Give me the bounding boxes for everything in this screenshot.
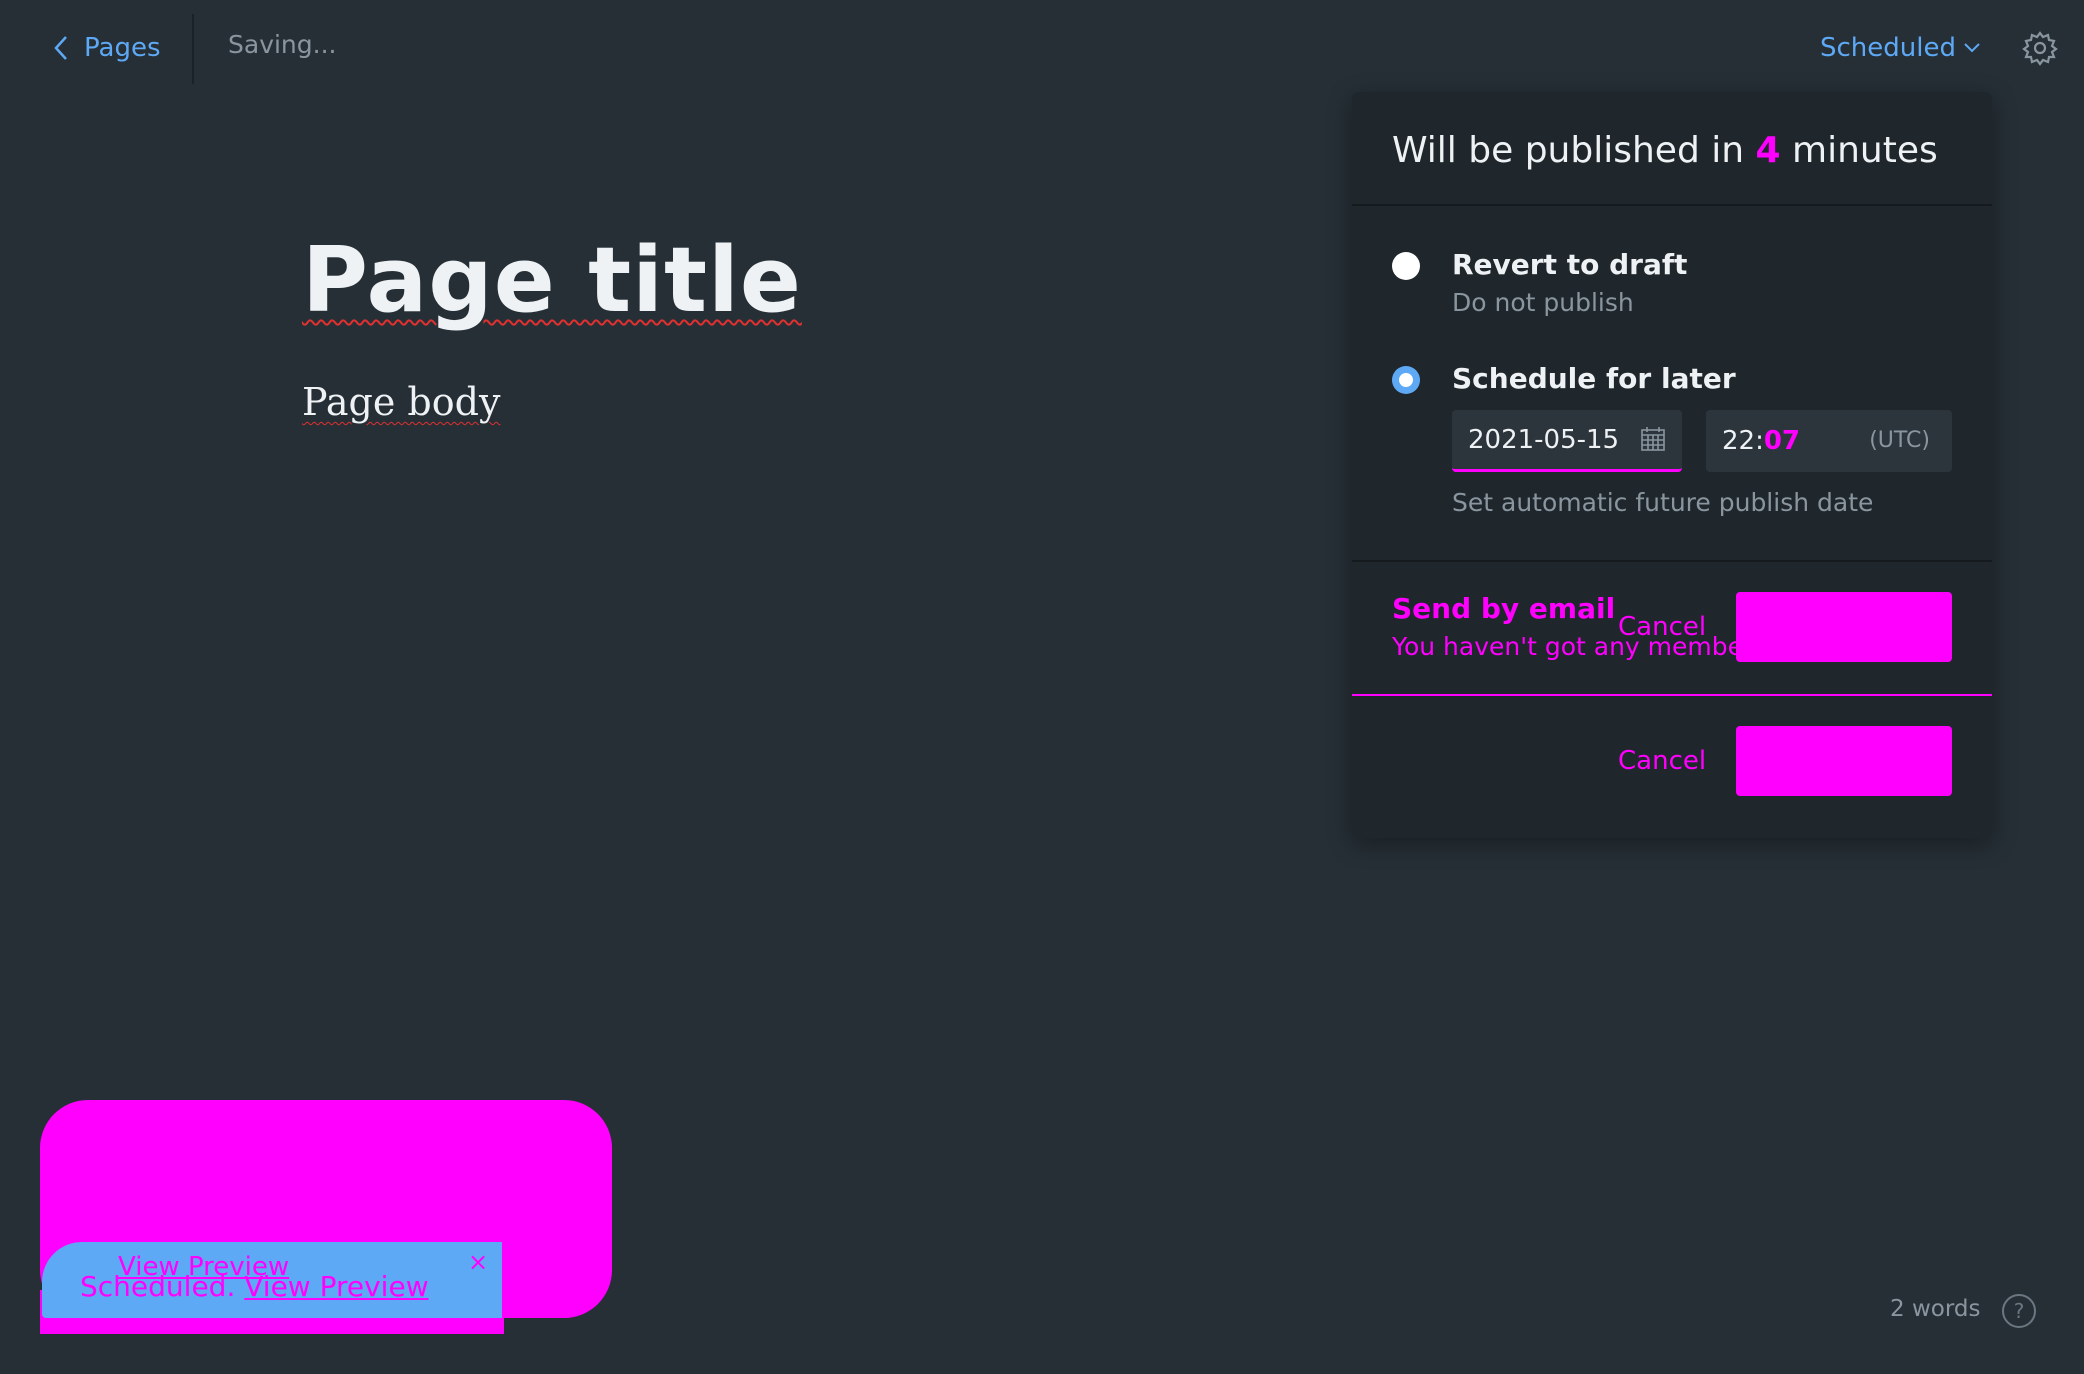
top-bar: Pages Saving... Scheduled [0,0,2084,96]
confirm-button[interactable] [1736,592,1952,662]
back-link-label: Pages [84,33,161,63]
schedule-button[interactable] [1736,726,1952,796]
send-by-email-title: Send by email [1392,592,1616,625]
send-by-email-sub: You haven't got any members [1392,632,1767,661]
publish-time-minute: 07 [1763,426,1801,456]
close-icon[interactable]: × [468,1248,488,1276]
option-label: Revert to draft [1452,248,1688,281]
schedule-hint: Set automatic future publish date [1452,488,1874,517]
calendar-icon[interactable] [1640,426,1666,452]
heading-suffix: minutes [1792,130,1938,171]
publish-panel: Will be published in 4 minutes Revert to… [1352,92,1992,838]
cancel-button[interactable]: Cancel [1618,746,1706,776]
back-to-pages-link[interactable]: Pages [52,30,161,66]
help-icon[interactable]: ? [2002,1294,2036,1328]
option-sub: Do not publish [1452,288,1634,317]
topbar-divider [192,14,194,84]
page-body[interactable]: Page body [302,380,500,424]
toast-view-preview-link[interactable]: View Preview [244,1270,428,1303]
timezone-label: (UTC) [1869,428,1930,453]
page-title[interactable]: Page title [302,228,802,333]
heading-minutes: 4 [1755,130,1781,171]
saving-status: Saving... [228,30,337,59]
chevron-left-icon [54,36,67,60]
toast-message-prefix: Scheduled. [80,1270,236,1303]
publish-date-input[interactable]: 2021-05-15 [1452,410,1682,472]
radio-schedule-for-later[interactable] [1392,366,1420,394]
publish-panel-heading: Will be published in 4 minutes [1352,92,1992,206]
help-glyph: ? [2013,1299,2025,1323]
option-label: Schedule for later [1452,362,1736,395]
notification-toast: View Preview Scheduled. View Preview × [42,1242,502,1318]
panel-footer-divider [1352,694,1992,696]
heading-prefix: Will be published in [1392,130,1745,171]
radio-revert-to-draft[interactable] [1392,252,1420,280]
post-status-label: Scheduled [1820,33,1956,63]
panel-divider [1352,560,1992,562]
post-status-dropdown[interactable]: Scheduled [1820,28,1982,68]
word-count: 2 words [1890,1296,1981,1322]
toast-message: Scheduled. View Preview [80,1270,429,1303]
gear-icon[interactable] [2022,30,2058,66]
cancel-button[interactable]: Cancel [1618,612,1706,642]
chevron-down-icon [1964,43,1980,53]
publish-date-value: 2021-05-15 [1468,424,1620,455]
publish-time-input[interactable]: 22: 07 (UTC) [1706,410,1952,472]
publish-time-hour: 22: [1722,426,1764,456]
